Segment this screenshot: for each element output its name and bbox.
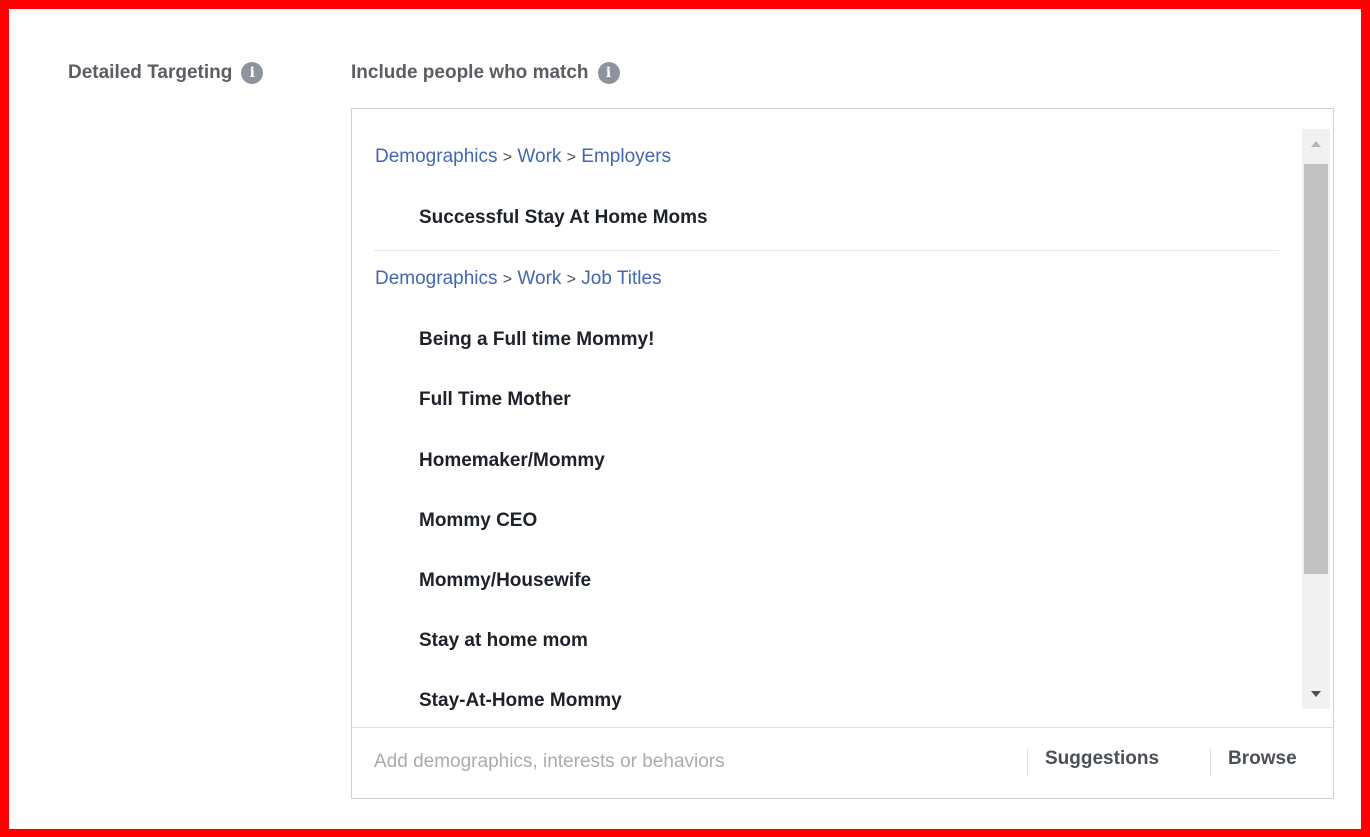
add-targeting-input[interactable] — [372, 750, 1016, 774]
targeting-item[interactable]: Mommy CEO — [419, 510, 537, 532]
browse-button[interactable]: Browse — [1228, 748, 1297, 770]
targeting-list: Demographics > Work > Employers Successf… — [352, 109, 1333, 729]
breadcrumb-link[interactable]: Demographics — [375, 268, 498, 289]
suggestions-button[interactable]: Suggestions — [1045, 748, 1159, 770]
targeting-item[interactable]: Full Time Mother — [419, 389, 571, 411]
arrow-up-icon[interactable] — [1302, 133, 1330, 155]
targeting-item[interactable]: Stay-At-Home Mommy — [419, 690, 622, 712]
footer-divider — [1027, 748, 1028, 776]
scrollbar[interactable] — [1302, 129, 1330, 709]
breadcrumb-separator: > — [502, 271, 513, 288]
targeting-box: Demographics > Work > Employers Successf… — [351, 108, 1334, 799]
breadcrumb-link[interactable]: Job Titles — [581, 268, 661, 289]
targeting-item[interactable]: Successful Stay At Home Moms — [419, 207, 708, 229]
breadcrumb: Demographics > Work > Employers — [375, 146, 671, 168]
info-icon[interactable]: i — [597, 62, 620, 84]
include-people-label: Include people who match i — [351, 62, 620, 84]
detailed-targeting-text: Detailed Targeting — [68, 62, 233, 83]
info-icon[interactable]: i — [241, 62, 264, 84]
breadcrumb-link[interactable]: Work — [517, 268, 561, 289]
breadcrumb-link[interactable]: Employers — [581, 146, 671, 167]
group-divider — [374, 250, 1279, 251]
targeting-item[interactable]: Being a Full time Mommy! — [419, 329, 654, 351]
targeting-footer: Suggestions Browse — [352, 727, 1333, 798]
breadcrumb-separator: > — [566, 271, 577, 288]
detailed-targeting-label: Detailed Targeting i — [68, 62, 264, 84]
targeting-item[interactable]: Mommy/Housewife — [419, 570, 591, 592]
include-people-text: Include people who match — [351, 62, 589, 83]
targeting-item[interactable]: Stay at home mom — [419, 630, 588, 652]
breadcrumb: Demographics > Work > Job Titles — [375, 268, 662, 290]
breadcrumb-separator: > — [566, 149, 577, 166]
breadcrumb-link[interactable]: Work — [517, 146, 561, 167]
targeting-item[interactable]: Homemaker/Mommy — [419, 450, 605, 472]
scrollbar-thumb[interactable] — [1304, 164, 1328, 574]
footer-divider — [1210, 748, 1211, 776]
breadcrumb-link[interactable]: Demographics — [375, 146, 498, 167]
breadcrumb-separator: > — [502, 149, 513, 166]
arrow-down-icon[interactable] — [1302, 683, 1330, 705]
